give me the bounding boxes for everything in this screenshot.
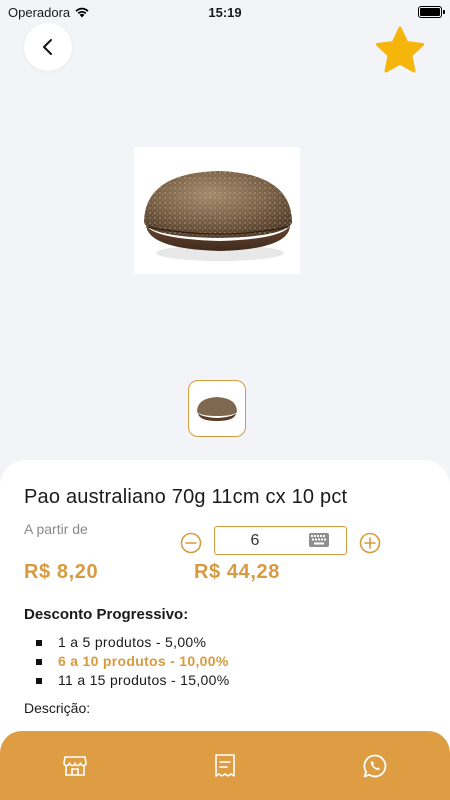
nav-whatsapp-button[interactable] [360, 751, 390, 781]
discount-tier-active: 6 a 10 produtos - 10,00% [36, 652, 229, 671]
plus-circle-icon [359, 532, 381, 554]
product-image [134, 147, 300, 274]
wifi-icon [75, 7, 89, 18]
star-icon [375, 26, 425, 73]
minus-circle-icon [180, 532, 202, 554]
list-bullet [36, 677, 42, 684]
nav-store-button[interactable] [60, 751, 90, 781]
chevron-left-icon [43, 39, 52, 55]
discount-tier-list: 1 a 5 produtos - 5,00% 6 a 10 produtos -… [36, 633, 229, 690]
total-price: R$ 44,28 [194, 561, 280, 583]
product-title: Pao australiano 70g 11cm cx 10 pct [24, 486, 348, 508]
unit-price: R$ 8,20 [24, 561, 99, 583]
discount-tier: 1 a 5 produtos - 5,00% [36, 633, 229, 652]
quantity-input[interactable]: 6 [214, 526, 347, 555]
bottom-navigation [0, 731, 450, 800]
store-icon [63, 756, 87, 776]
status-left: Operadora [8, 5, 90, 20]
back-button[interactable] [24, 23, 72, 71]
discount-tier-label: 6 a 10 produtos - 10,00% [58, 653, 229, 669]
increase-quantity-button[interactable] [358, 531, 382, 555]
discount-title: Desconto Progressivo: [24, 606, 189, 623]
discount-tier-label: 1 a 5 produtos - 5,00% [58, 634, 207, 650]
favorite-button[interactable] [372, 26, 428, 74]
list-bullet [36, 639, 42, 646]
product-thumbnail[interactable] [188, 380, 246, 437]
keyboard-icon[interactable] [309, 533, 329, 547]
list-bullet [36, 658, 42, 665]
description-label: Descrição: [24, 700, 91, 716]
discount-tier-label: 11 a 15 produtos - 15,00% [58, 672, 230, 688]
status-bar: Operadora 15:19 [0, 0, 450, 24]
discount-tier: 11 a 15 produtos - 15,00% [36, 671, 229, 690]
battery-icon [418, 6, 445, 18]
bread-bun-thumbnail-image [197, 396, 237, 421]
bread-bun-image [144, 171, 292, 261]
receipt-icon [215, 754, 235, 777]
decrease-quantity-button[interactable] [179, 531, 203, 555]
nav-orders-button[interactable] [210, 751, 240, 781]
carrier-name: Operadora [8, 4, 71, 20]
quantity-value[interactable]: 6 [215, 532, 295, 550]
whatsapp-icon [363, 754, 387, 778]
price-from-label: A partir de [24, 521, 88, 537]
